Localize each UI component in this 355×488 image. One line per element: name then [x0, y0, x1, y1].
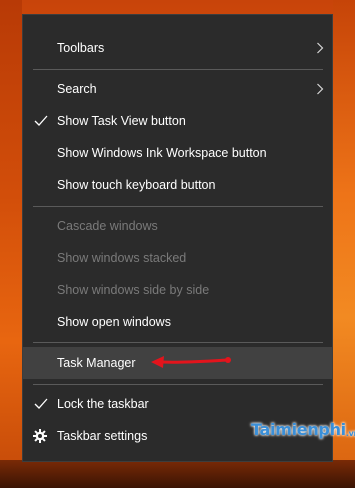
menu-item-show-stacked: Show windows stacked — [23, 242, 332, 274]
checkmark-icon — [34, 398, 48, 409]
menu-item-label: Show Task View button — [57, 114, 186, 128]
menu-item-label: Show Windows Ink Workspace button — [57, 146, 267, 160]
menu-separator — [33, 384, 323, 385]
menu-item-toolbars[interactable]: Toolbars — [23, 32, 332, 64]
menu-item-cascade-windows: Cascade windows — [23, 210, 332, 242]
menu-item-lock-taskbar[interactable]: Lock the taskbar — [23, 388, 332, 420]
menu-item-show-task-view[interactable]: Show Task View button — [23, 105, 332, 137]
menu-item-label: Taskbar settings — [57, 429, 148, 443]
watermark-suffix: .vn — [345, 429, 355, 438]
red-arrow-icon — [151, 356, 231, 368]
menu-item-label: Show windows stacked — [57, 251, 187, 265]
menu-item-show-side-by-side: Show windows side by side — [23, 274, 332, 306]
taskbar-context-menu: Toolbars Search Show Task View button Sh… — [22, 14, 333, 462]
menu-item-label: Show windows side by side — [57, 283, 210, 297]
menu-item-label: Show open windows — [57, 315, 171, 329]
site-watermark: Taimienphi.vn — [251, 420, 355, 439]
chevron-right-icon — [317, 83, 324, 95]
menu-item-label: Task Manager — [57, 356, 136, 370]
menu-item-label: Toolbars — [57, 41, 105, 55]
menu-item-label: Cascade windows — [57, 219, 158, 233]
menu-item-show-ink-workspace[interactable]: Show Windows Ink Workspace button — [23, 137, 332, 169]
desktop-wallpaper-right — [333, 0, 355, 488]
chevron-right-icon — [317, 42, 324, 54]
menu-item-label: Show touch keyboard button — [57, 178, 216, 192]
menu-separator — [33, 69, 323, 70]
menu-item-show-open-windows[interactable]: Show open windows — [23, 306, 332, 338]
desktop-wallpaper-bottom — [0, 460, 355, 488]
menu-separator — [33, 206, 323, 207]
menu-item-label: Lock the taskbar — [57, 397, 149, 411]
checkmark-icon — [34, 115, 48, 126]
menu-separator — [33, 342, 323, 343]
desktop-wallpaper-left — [0, 0, 22, 488]
menu-item-show-touch-keyboard[interactable]: Show touch keyboard button — [23, 169, 332, 201]
menu-item-label: Search — [57, 82, 97, 96]
watermark-brand: Taimienphi — [251, 420, 346, 439]
menu-item-search[interactable]: Search — [23, 73, 332, 105]
gear-icon — [33, 429, 47, 443]
